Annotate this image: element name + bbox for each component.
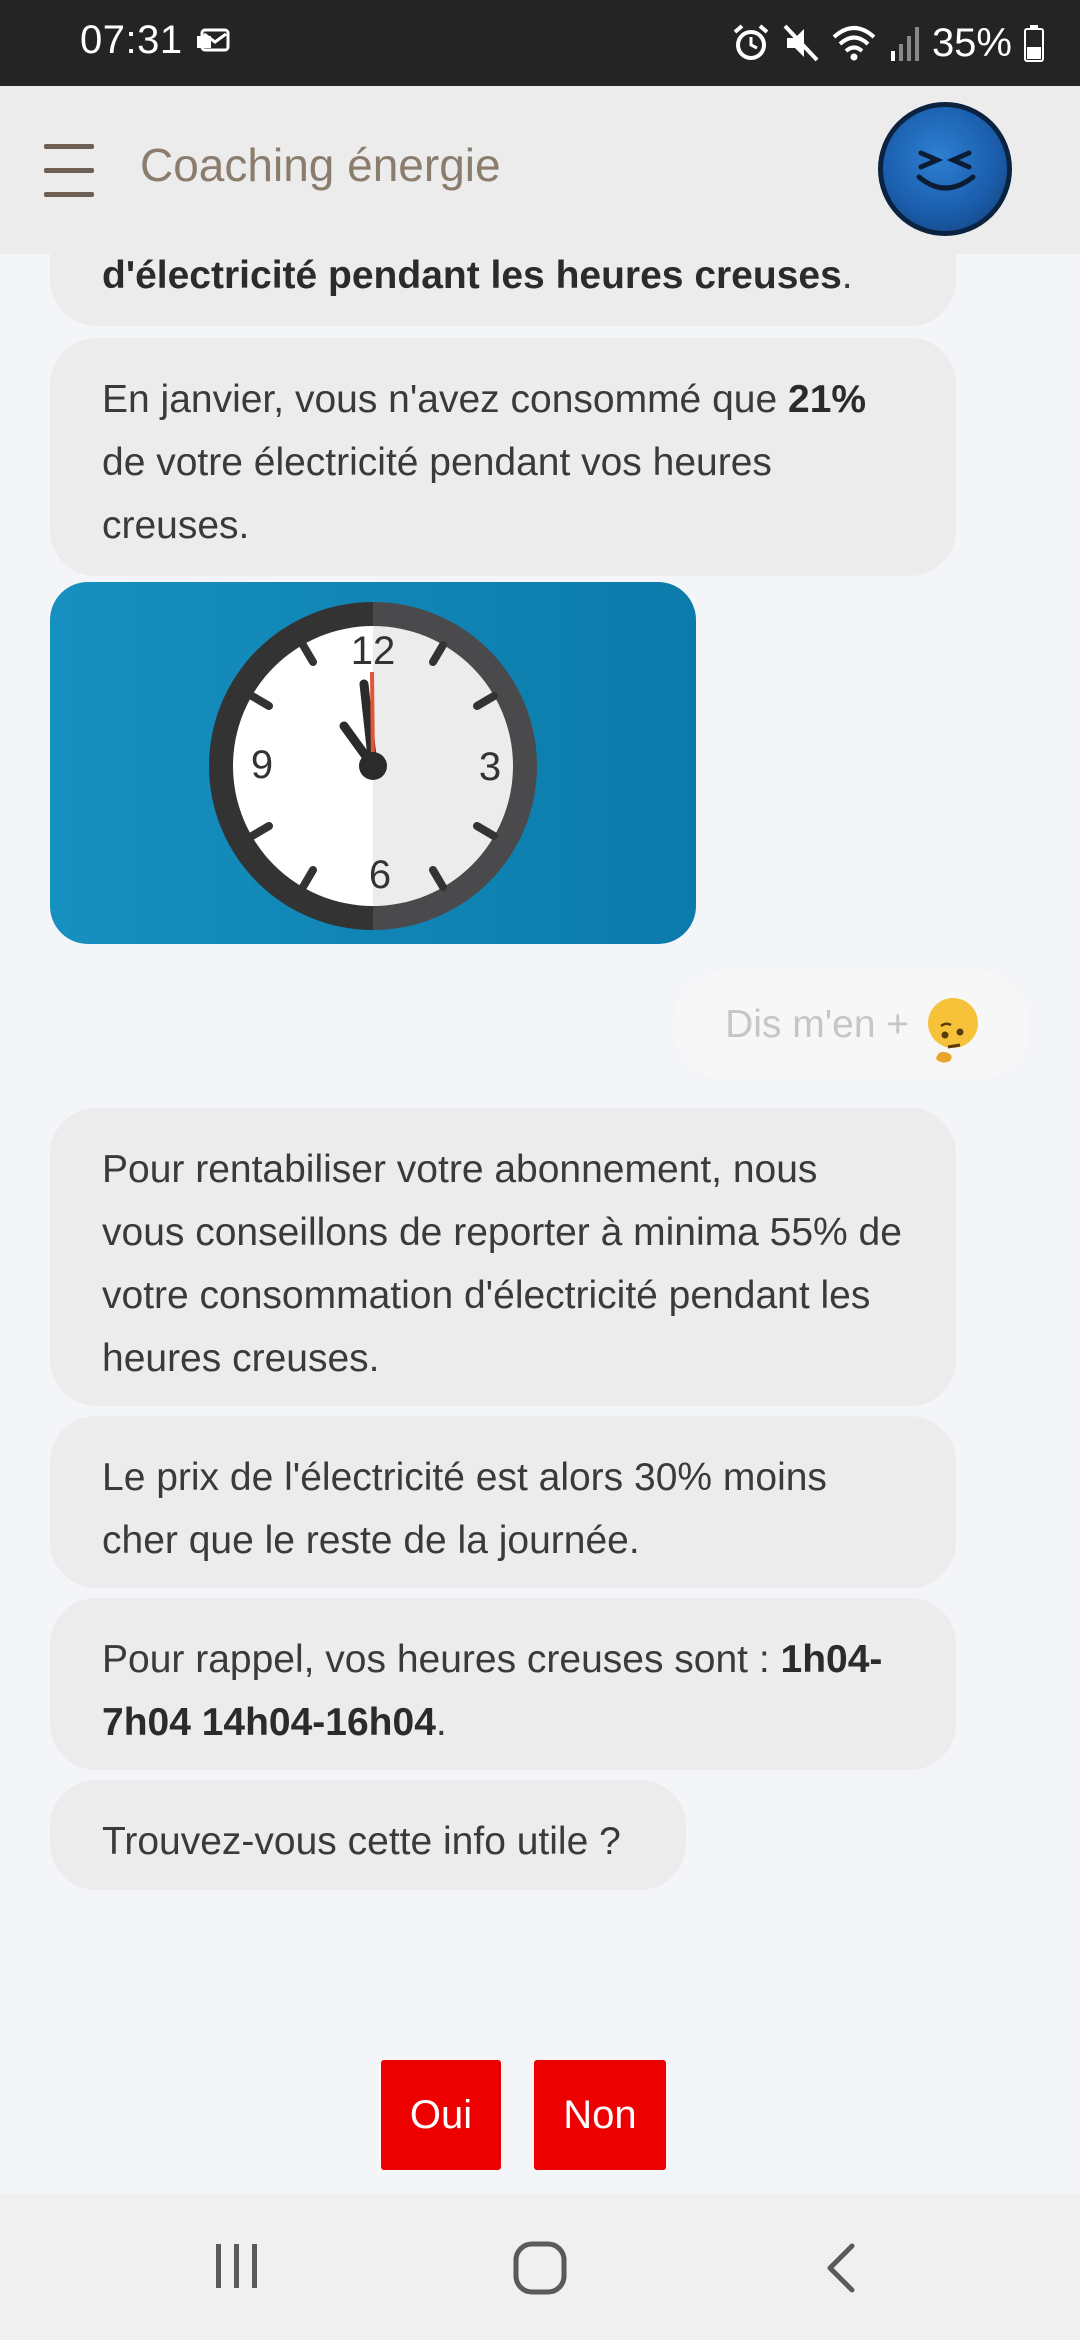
yes-button[interactable]: Oui [381,2060,501,2170]
message-text: Le prix de l'électricité est alors 30% m… [102,1456,827,1562]
bot-message-clipped: d'électricité pendant les heures creuses… [50,254,956,326]
bot-message-january: En janvier, vous n'avez consommé que 21%… [50,338,956,576]
message-text: de votre électricité pendant vos heures … [102,441,772,547]
user-reply-text: Dis m'en + [725,1003,910,1046]
bold-text: d'électricité pendant les heures creuses [102,254,842,297]
clock-number-12: 12 [351,629,396,673]
answer-buttons: Oui Non [0,2060,1080,2170]
app-header: Coaching énergie [0,86,1080,254]
system-navigation-bar [0,2194,1080,2340]
message-text: Pour rentabiliser votre abonnement, nous… [102,1148,902,1380]
message-text: Pour rappel, vos heures creuses sont : [102,1638,781,1681]
battery-icon [1024,25,1044,62]
status-icons: 35% [732,14,1044,72]
clock-number-6: 6 [369,853,391,897]
battery-percent: 35% [931,20,1012,65]
wifi-icon [832,26,876,61]
user-reply-bubble[interactable]: Dis m'en + [673,970,1030,1080]
back-icon[interactable] [820,2240,860,2296]
bot-message-question: Trouvez-vous cette info utile ? [50,1780,686,1890]
mute-icon [783,24,819,62]
home-icon[interactable] [512,2240,568,2296]
message-text: En janvier, vous n'avez consommé que [102,378,788,421]
clock-icon: 12 3 6 9 [209,602,537,930]
clock-number-3: 3 [479,745,501,789]
consumption-percent: 21% [788,378,867,421]
thinking-face-icon [928,997,978,1063]
page-title: Coaching énergie [140,139,501,191]
avatar[interactable] [878,102,1012,236]
status-bar: 07:31 35% [0,0,1080,86]
status-time: 07:31 [80,18,183,62]
bot-message-price: Le prix de l'électricité est alors 30% m… [50,1416,956,1588]
bot-message-reminder: Pour rappel, vos heures creuses sont : 1… [50,1598,956,1770]
message-notification-icon [197,28,230,52]
message-text: Trouvez-vous cette info utile ? [102,1820,621,1863]
chat-thread: d'électricité pendant les heures creuses… [0,254,1080,2194]
message-text: . [841,254,853,297]
bot-message-subscription: Pour rentabiliser votre abonnement, nous… [50,1108,956,1406]
alarm-icon [733,24,769,60]
message-text: . [435,1701,447,1744]
smiley-face-icon [916,150,976,191]
recent-apps-icon[interactable] [212,2240,262,2292]
menu-icon[interactable] [44,144,94,197]
clock-image-card: 12 3 6 9 [50,582,696,944]
signal-icon [890,27,919,61]
clock-number-9: 9 [251,743,273,787]
no-button[interactable]: Non [534,2060,666,2170]
